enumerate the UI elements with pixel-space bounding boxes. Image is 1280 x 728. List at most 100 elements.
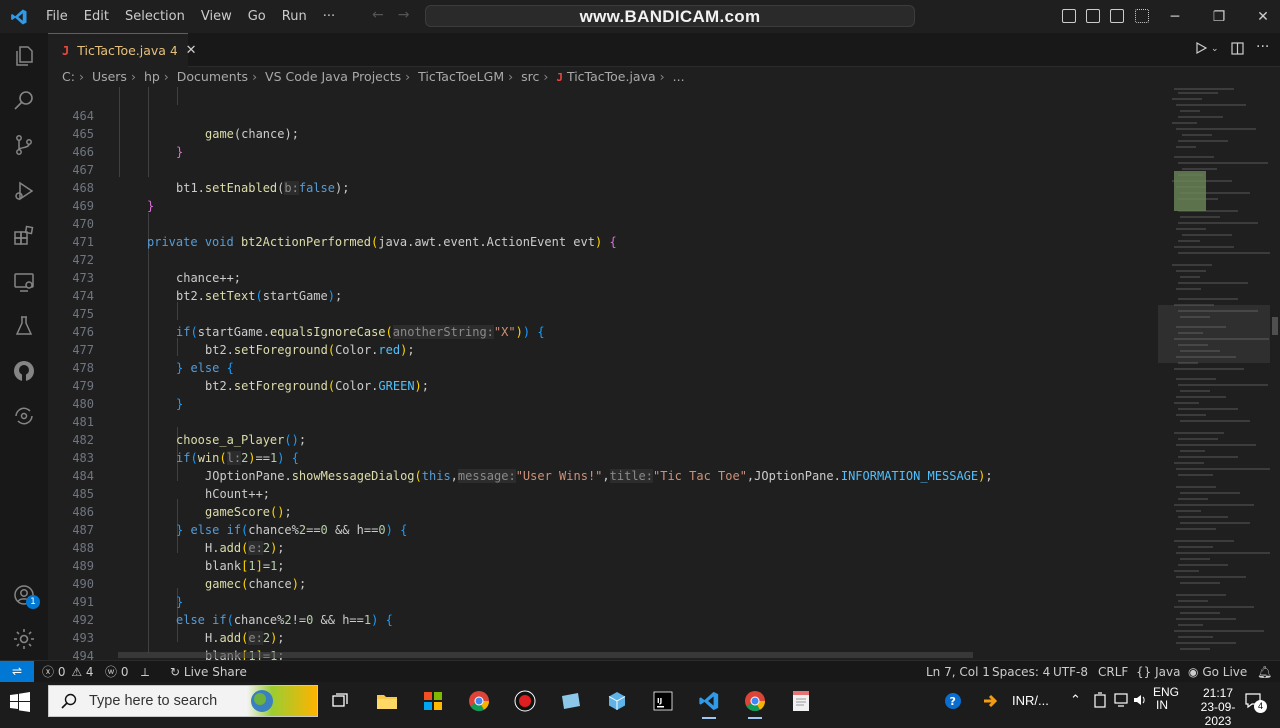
- clock-time: 21:17: [1202, 686, 1234, 700]
- battery-icon[interactable]: [1093, 692, 1107, 711]
- remote-explorer-icon[interactable]: [12, 270, 36, 294]
- toggle-primary-sidebar-icon[interactable]: [1062, 9, 1076, 23]
- breadcrumb-drive[interactable]: C:: [62, 69, 75, 84]
- restore-button[interactable]: ❐: [1196, 0, 1242, 33]
- svg-text:IJ: IJ: [657, 697, 662, 705]
- remote-indicator-icon[interactable]: ⇌: [0, 661, 34, 683]
- network-icon[interactable]: [1113, 692, 1129, 711]
- end-of-line[interactable]: CRLF: [1098, 661, 1128, 683]
- bandicam-record-icon[interactable]: [510, 687, 540, 715]
- menu-more[interactable]: ···: [315, 0, 343, 33]
- code-line: 473 bt2.setText(startGame);: [72, 271, 343, 303]
- toggle-panel-icon[interactable]: [1086, 9, 1100, 23]
- menu-file[interactable]: File: [38, 0, 76, 33]
- notifications-bell-icon[interactable]: 🔔︎: [1257, 661, 1272, 683]
- show-hidden-icons-chevron-icon[interactable]: ⌃: [1070, 692, 1081, 708]
- run-dropdown-chevron-icon[interactable]: ⌄: [1211, 44, 1219, 54]
- status-bar: ⇌ ⓧ 0 ⚠ 4 ⓦ 0 ⟂ ↻ Live Share Ln 7, Col 1…: [0, 660, 1280, 683]
- explorer-icon[interactable]: [12, 44, 36, 68]
- cursor-position[interactable]: Ln 7, Col 1: [926, 661, 990, 683]
- breadcrumb-file[interactable]: TicTacToe.java: [567, 69, 656, 84]
- forward-arrow-icon[interactable]: →: [398, 7, 424, 23]
- code-line: 479 }: [72, 379, 184, 411]
- clock[interactable]: 21:17 23-09-2023: [1190, 686, 1246, 728]
- menu-go[interactable]: Go: [240, 0, 274, 33]
- breadcrumb-src[interactable]: src: [521, 69, 539, 84]
- vertical-scrollbar-thumb[interactable]: [1272, 317, 1278, 335]
- github-icon[interactable]: [12, 359, 36, 383]
- search-icon: [61, 693, 77, 709]
- task-view-icon[interactable]: [325, 687, 355, 715]
- help-icon[interactable]: ?: [944, 692, 962, 713]
- breadcrumb-tictactoelgm[interactable]: TicTacToeLGM: [418, 69, 504, 84]
- input-language[interactable]: ENG IN: [1140, 686, 1184, 712]
- run-debug-icon[interactable]: [12, 179, 36, 203]
- source-control-icon[interactable]: [12, 133, 36, 157]
- breadcrumb-symbol[interactable]: ...: [673, 69, 685, 84]
- chrome-profile-icon[interactable]: [740, 687, 770, 719]
- split-editor-icon[interactable]: [1231, 42, 1244, 58]
- breadcrumb-documents[interactable]: Documents: [177, 69, 248, 84]
- app-window-icon[interactable]: [556, 687, 586, 715]
- breadcrumb-vscode-java-projects[interactable]: VS Code Java Projects: [265, 69, 401, 84]
- breadcrumb: C: › Users › hp › Documents › VS Code Java P…: [48, 67, 1280, 87]
- extensions-icon[interactable]: [12, 224, 36, 248]
- minimap-slider[interactable]: [1158, 305, 1270, 363]
- search-placeholder: Type here to search: [89, 693, 218, 709]
- ports-indicator[interactable]: ⓦ 0: [105, 661, 128, 683]
- back-arrow-icon[interactable]: ←: [372, 7, 398, 23]
- command-center[interactable]: www.BANDICAM.com: [425, 5, 915, 27]
- breadcrumb-hp[interactable]: hp: [144, 69, 160, 84]
- minimap[interactable]: [1158, 87, 1270, 660]
- vscode-taskbar-icon[interactable]: [694, 687, 724, 719]
- menu-run[interactable]: Run: [274, 0, 315, 33]
- notepad-icon[interactable]: [786, 687, 816, 715]
- testing-icon[interactable]: [12, 314, 36, 338]
- accounts-icon[interactable]: 1: [12, 583, 40, 609]
- horizontal-scrollbar[interactable]: [118, 652, 973, 658]
- problems-indicator[interactable]: ⓧ 0 ⚠ 4: [42, 661, 94, 683]
- live-share-icon[interactable]: [12, 404, 36, 428]
- tab-close-icon[interactable]: ✕: [186, 43, 197, 58]
- cube-app-icon[interactable]: [602, 687, 632, 715]
- tab-label: TicTacToe.java: [77, 43, 166, 58]
- customize-layout-icon[interactable]: [1135, 9, 1149, 23]
- action-center-icon[interactable]: 4: [1244, 692, 1267, 713]
- indentation[interactable]: Spaces: 4: [992, 661, 1050, 683]
- java-status-icon[interactable]: ⟂: [141, 661, 149, 683]
- encoding[interactable]: UTF-8: [1053, 661, 1088, 683]
- minimize-button[interactable]: ─: [1152, 0, 1198, 33]
- currency-ticker[interactable]: INR/...: [1012, 693, 1049, 708]
- warning-count: 4: [85, 665, 94, 679]
- toggle-secondary-sidebar-icon[interactable]: [1110, 9, 1124, 23]
- taskbar-search-box[interactable]: Type here to search: [48, 685, 318, 717]
- code-line: 484 hCount++;: [72, 469, 271, 501]
- search-icon[interactable]: [12, 88, 36, 112]
- close-window-button[interactable]: ✕: [1240, 0, 1280, 33]
- code-editor[interactable]: 464 game(chance); 465 } 466 467 bt1.setE…: [48, 87, 1158, 660]
- breadcrumb-users[interactable]: Users: [92, 69, 127, 84]
- settings-gear-icon[interactable]: [12, 627, 36, 651]
- go-live-button[interactable]: ◉ Go Live: [1188, 661, 1247, 683]
- code-line: 471: [72, 235, 94, 249]
- live-share-button[interactable]: ↻ Live Share: [170, 661, 247, 683]
- run-java-icon[interactable]: [1195, 41, 1208, 57]
- search-highlight-image: [247, 686, 317, 716]
- menu-selection[interactable]: Selection: [117, 0, 193, 33]
- code-line: 476 bt2.setForeground(Color.red);: [72, 325, 415, 357]
- svg-text:?: ?: [950, 695, 956, 708]
- more-actions-icon[interactable]: ···: [1256, 39, 1269, 55]
- nav-arrows: ←→: [372, 7, 423, 23]
- code-line: 466: [72, 145, 94, 159]
- tab-tictactoe-java[interactable]: J TicTacToe.java 4 ✕: [48, 33, 197, 67]
- vertical-scrollbar[interactable]: [1270, 87, 1280, 660]
- office-store-icon[interactable]: [418, 687, 448, 715]
- chrome-icon[interactable]: [464, 687, 494, 715]
- windows-start-icon[interactable]: [10, 692, 38, 712]
- intellij-icon[interactable]: IJ: [648, 687, 678, 715]
- language-mode[interactable]: {} Java: [1136, 661, 1180, 683]
- menu-edit[interactable]: Edit: [76, 0, 117, 33]
- menu-view[interactable]: View: [193, 0, 240, 33]
- file-explorer-icon[interactable]: [372, 687, 402, 715]
- minimap-content: [1172, 88, 1270, 650]
